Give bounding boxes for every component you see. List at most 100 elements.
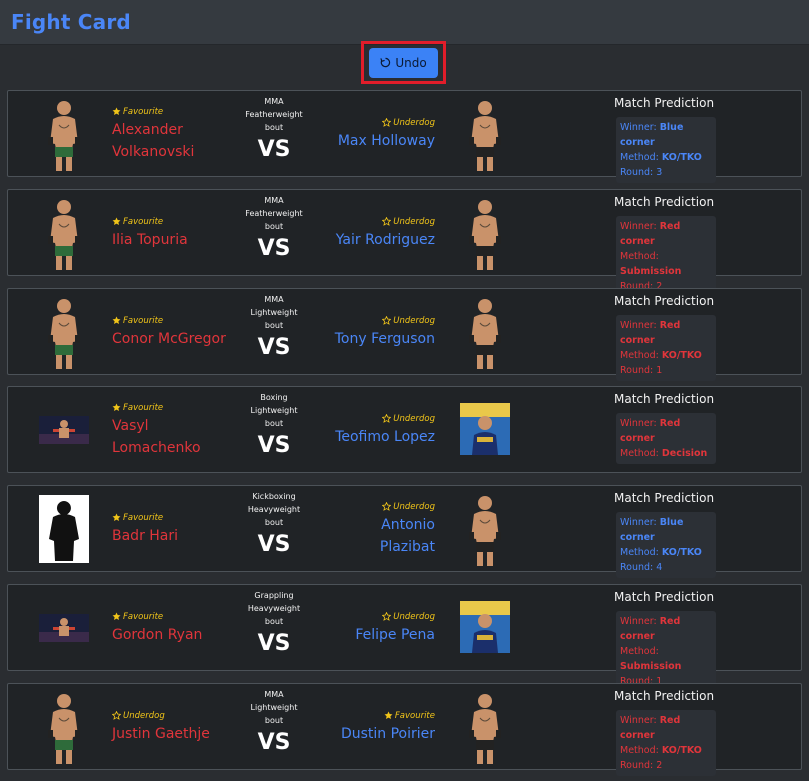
blue-fighter-name: Max Holloway <box>337 132 435 149</box>
blue-fighter-photo <box>460 492 510 567</box>
star-icon <box>382 612 392 621</box>
prediction-method: Method: KO/TKO <box>620 152 702 163</box>
red-badge-label: Favourite <box>123 216 164 227</box>
red-badge: Favourite <box>112 217 242 227</box>
blue-fighter-name: Antonio Plazibat <box>379 516 435 555</box>
red-fighter-name: Conor McGregor <box>112 330 226 347</box>
prediction-box: Winner: Red corner Method: Decision <box>616 413 716 464</box>
blue-corner: Underdog Felipe Pena <box>265 585 435 672</box>
blue-corner: Favourite Dustin Poirier <box>265 684 435 771</box>
fight-card: Favourite Conor McGregor MMA Lightweight bou… <box>7 288 802 381</box>
red-corner: Favourite Alexander Volkanovski <box>112 91 242 178</box>
prediction-title: Match Prediction <box>614 590 715 604</box>
red-badge-label: Underdog <box>123 710 165 721</box>
undo-icon <box>380 57 391 68</box>
star-icon <box>112 612 121 621</box>
blue-fighter-photo <box>460 97 510 172</box>
red-fighter-name: Badr Hari <box>112 527 179 544</box>
star-icon <box>112 217 121 226</box>
star-icon <box>112 316 121 325</box>
prediction-box: Winner: Red corner Method: KO/TKO Round: 2 <box>616 710 716 776</box>
blue-badge: Underdog <box>382 316 435 326</box>
blue-fighter-name: Felipe Pena <box>355 626 435 643</box>
red-badge-label: Favourite <box>123 315 164 326</box>
blue-fighter-name: Dustin Poirier <box>340 725 435 742</box>
blue-badge: Underdog <box>382 502 435 512</box>
star-icon <box>382 316 392 325</box>
star-icon <box>112 513 121 522</box>
blue-badge: Underdog <box>382 414 435 424</box>
prediction-box: Winner: Red corner Method: KO/TKO Round: 1 <box>616 315 716 381</box>
red-badge: Favourite <box>112 316 242 326</box>
blue-corner: Underdog Max Holloway <box>265 91 435 178</box>
prediction-winner: Winner: Blue corner <box>620 517 684 543</box>
blue-badge: Underdog <box>382 118 435 128</box>
red-corner: Favourite Ilia Topuria <box>112 190 242 277</box>
prediction-winner: Winner: Red corner <box>620 418 681 444</box>
red-fighter-photo <box>39 416 89 444</box>
blue-fighter-name: Tony Ferguson <box>334 330 435 347</box>
blue-corner: Underdog Yair Rodriguez <box>265 190 435 277</box>
red-badge: Favourite <box>112 513 242 523</box>
prediction-title: Match Prediction <box>614 689 715 703</box>
star-icon <box>382 414 392 423</box>
red-badge: Favourite <box>112 612 242 622</box>
star-icon <box>112 403 121 412</box>
top-bar: Fight Card <box>0 0 809 45</box>
star-icon <box>112 107 121 116</box>
blue-fighter-photo <box>460 403 510 455</box>
fight-card: Favourite Vasyl Lomachenko Boxing Lightweigh… <box>7 386 802 473</box>
prediction-method: Method: KO/TKO <box>620 350 702 361</box>
fight-card: Favourite Badr Hari Kickboxing Heavyweight b… <box>7 485 802 578</box>
fight-card: Favourite Gordon Ryan Grappling Heavyweight… <box>7 584 802 692</box>
prediction-round: Round: 3 <box>620 167 663 178</box>
red-badge: Underdog <box>112 711 242 721</box>
prediction-method: Method: Submission <box>620 646 682 672</box>
red-corner: Favourite Vasyl Lomachenko <box>112 387 242 474</box>
red-badge: Favourite <box>112 107 242 117</box>
prediction-title: Match Prediction <box>614 491 715 505</box>
blue-badge: Underdog <box>382 612 435 622</box>
blue-fighter-photo <box>460 295 510 370</box>
prediction-box: Winner: Red corner Method: Submission Roun… <box>616 611 716 692</box>
blue-fighter-photo <box>460 601 510 653</box>
blue-badge-label: Underdog <box>393 501 435 512</box>
red-fighter-name: Vasyl Lomachenko <box>112 417 201 456</box>
blue-badge: Favourite <box>384 711 435 721</box>
prediction-method: Method: KO/TKO <box>620 547 702 558</box>
red-badge-label: Favourite <box>123 402 164 413</box>
red-fighter-photo <box>39 495 89 563</box>
prediction-method: Method: Decision <box>620 448 708 459</box>
red-fighter-photo <box>39 614 89 642</box>
blue-fighter-name: Teofimo Lopez <box>335 428 435 445</box>
blue-fighter-photo <box>460 690 510 765</box>
blue-fighter-photo <box>460 196 510 271</box>
red-badge: Favourite <box>112 403 242 413</box>
red-badge-label: Favourite <box>123 106 164 117</box>
red-fighter-name: Alexander Volkanovski <box>112 121 195 160</box>
red-fighter-photo <box>39 690 89 765</box>
red-badge-label: Favourite <box>123 611 164 622</box>
prediction-winner: Winner: Red corner <box>620 715 681 741</box>
undo-highlight: Undo <box>361 41 446 84</box>
blue-corner: Underdog Antonio Plazibat <box>265 486 435 573</box>
blue-badge-label: Underdog <box>393 216 435 227</box>
red-corner: Favourite Badr Hari <box>112 486 242 573</box>
fight-card: Favourite Ilia Topuria MMA Featherweight bou… <box>7 189 802 297</box>
blue-badge-label: Favourite <box>394 710 435 721</box>
red-corner: Favourite Gordon Ryan <box>112 585 242 672</box>
red-fighter-name: Ilia Topuria <box>112 231 188 248</box>
undo-button[interactable]: Undo <box>369 47 438 78</box>
blue-badge: Underdog <box>382 217 435 227</box>
red-corner: Favourite Conor McGregor <box>112 289 242 376</box>
prediction-method: Method: KO/TKO <box>620 745 702 756</box>
star-icon <box>382 502 392 511</box>
red-badge-label: Favourite <box>123 512 164 523</box>
star-icon <box>112 711 121 720</box>
blue-corner: Underdog Teofimo Lopez <box>265 387 435 474</box>
prediction-round: Round: 2 <box>620 760 663 771</box>
prediction-round: Round: 1 <box>620 365 663 376</box>
prediction-title: Match Prediction <box>614 195 715 209</box>
fight-card: Underdog Justin Gaethje MMA Lightweight bout… <box>7 683 802 776</box>
blue-fighter-name: Yair Rodriguez <box>335 231 435 248</box>
